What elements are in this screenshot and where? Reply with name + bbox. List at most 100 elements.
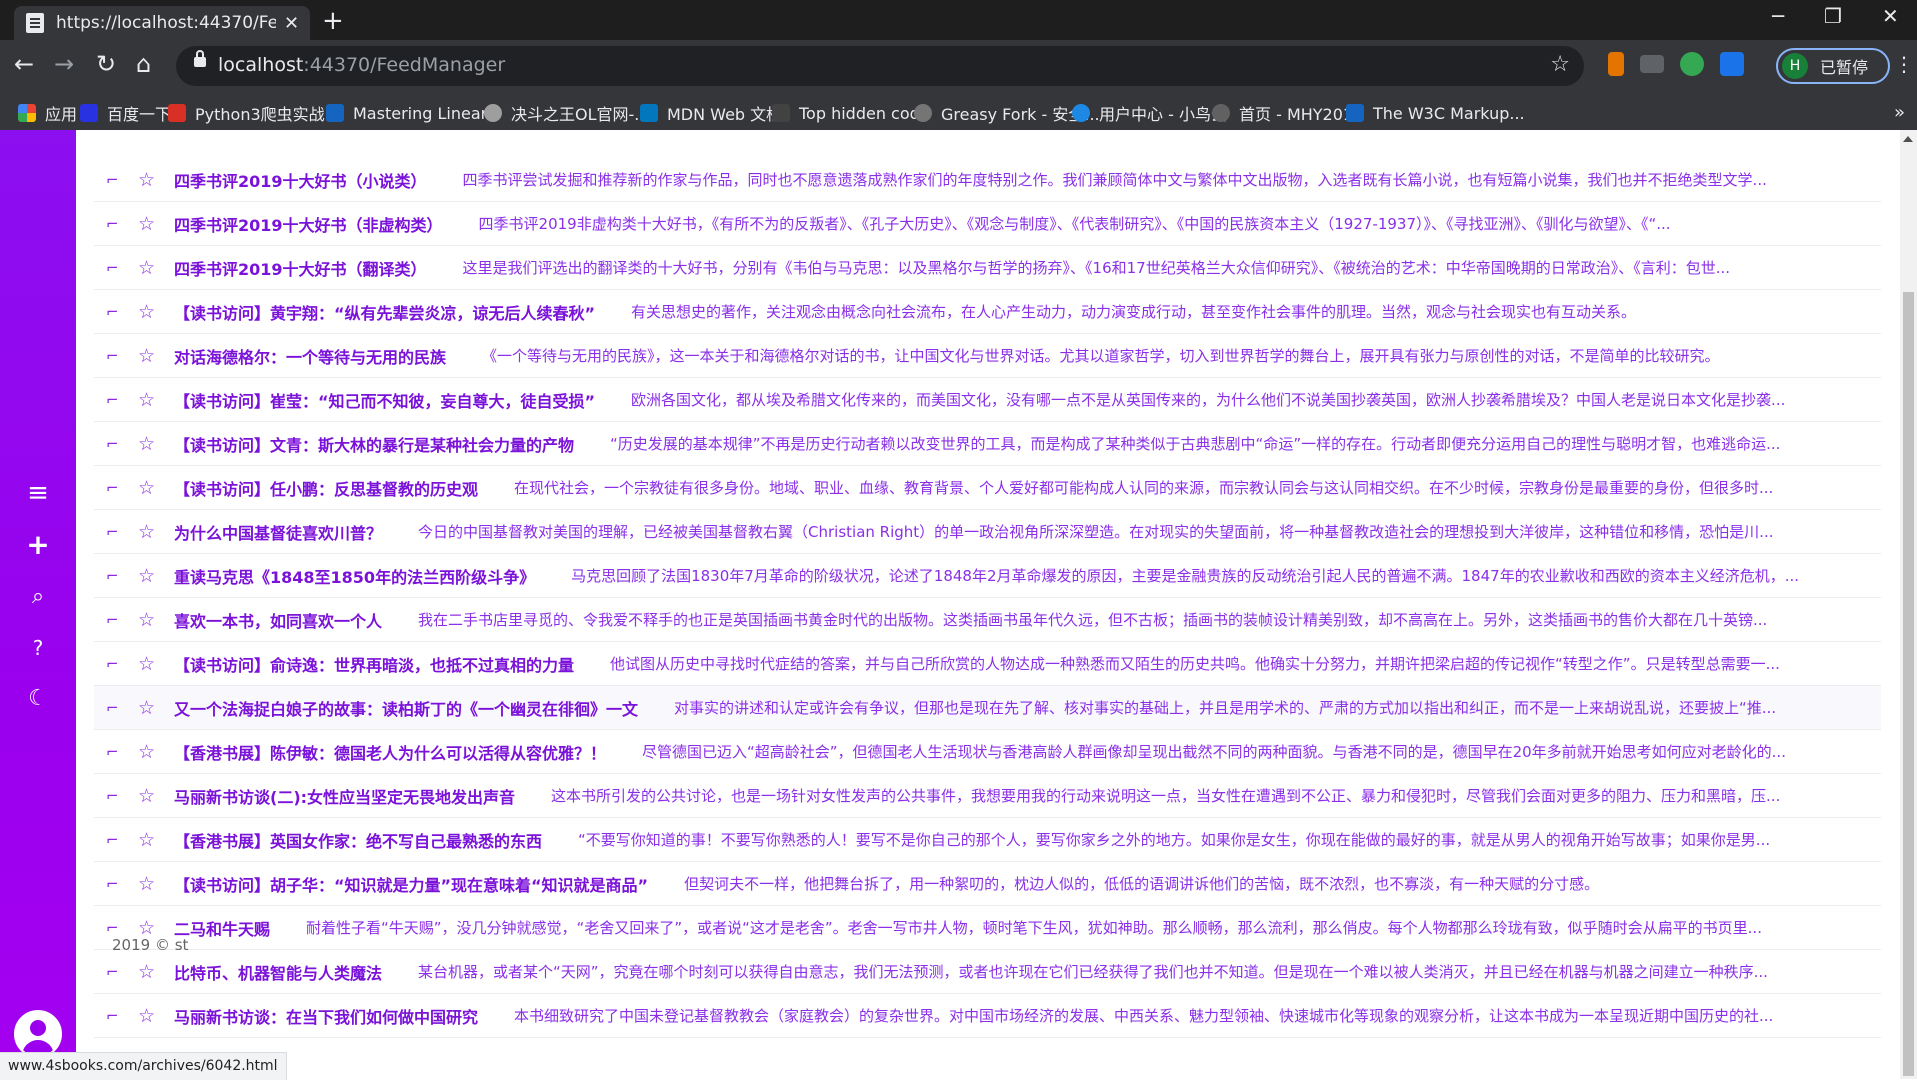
feed-row[interactable]: ⌐ ☆ 四季书评2019十大好书（小说类） 四季书评尝试发掘和推荐新的作家与作品，同时… <box>94 158 1881 202</box>
star-icon[interactable]: ☆ <box>138 785 164 807</box>
reload-icon[interactable]: ↻ <box>96 50 116 78</box>
read-later-icon[interactable]: ⌐ <box>106 435 130 453</box>
star-icon[interactable]: ☆ <box>138 257 164 279</box>
read-later-icon[interactable]: ⌐ <box>106 875 130 893</box>
read-later-icon[interactable]: ⌐ <box>106 655 130 673</box>
close-tab-icon[interactable]: ✕ <box>284 13 299 34</box>
more-bookmarks-icon[interactable]: » <box>1894 102 1905 123</box>
close-window-icon[interactable]: ✕ <box>1882 4 1899 28</box>
feed-row[interactable]: ⌐ ☆ 为什么中国基督徒喜欢川普？ 今日的中国基督教对美国的理解，已经被美国基督教右翼… <box>94 510 1881 554</box>
read-later-icon[interactable]: ⌐ <box>106 259 130 277</box>
forward-icon[interactable]: → <box>54 50 74 78</box>
read-later-icon[interactable]: ⌐ <box>106 1007 130 1025</box>
feed-row[interactable]: ⌐ ☆ 马丽新书访谈：在当下我们如何做中国研究 本书细致研究了中国未登记基督教教会（家… <box>94 994 1881 1038</box>
extension-icon-1[interactable] <box>1608 52 1624 76</box>
read-later-icon[interactable]: ⌐ <box>106 611 130 629</box>
url-text[interactable]: localhost:44370/FeedManager <box>218 54 505 76</box>
feed-title[interactable]: 四季书评2019十大好书（非虚构类） <box>174 212 443 236</box>
feed-title[interactable]: 【读书访问】黄宇翔：“纵有先辈尝炎凉，谅无后人续春秋” <box>174 300 595 324</box>
feed-title[interactable]: 四季书评2019十大好书（翻译类） <box>174 256 427 280</box>
dark-mode-icon[interactable]: ☾ <box>0 686 76 711</box>
feed-row[interactable]: ⌐ ☆ 二马和牛天赐 耐着性子看“牛天赐”，没几分钟就感觉，“老舍又回来了”，或者说“… <box>94 906 1881 950</box>
star-icon[interactable]: ☆ <box>138 741 164 763</box>
back-icon[interactable]: ← <box>14 50 34 78</box>
menu-hamburger-icon[interactable]: ≡ <box>0 478 76 508</box>
menu-icon[interactable]: ⋮ <box>1894 52 1914 76</box>
scroll-up-arrow[interactable] <box>1903 136 1913 142</box>
search-icon[interactable]: ⌕ <box>0 584 76 609</box>
feed-title[interactable]: 四季书评2019十大好书（小说类） <box>174 168 427 192</box>
read-later-icon[interactable]: ⌐ <box>106 831 130 849</box>
feed-row[interactable]: ⌐ ☆ 又一个法海捉白娘子的故事：读柏斯丁的《一个幽灵在徘徊》一文 对事实的讲述和认定… <box>94 686 1881 730</box>
feed-title[interactable]: 喜欢一本书，如同喜欢一个人 <box>174 608 382 632</box>
feed-row[interactable]: ⌐ ☆ 【读书访问】文青：斯大林的暴行是某种社会力量的产物 “历史发展的基本规律”不再… <box>94 422 1881 466</box>
bookmark-item[interactable]: Mastering Linear... <box>326 96 501 130</box>
star-icon[interactable]: ☆ <box>138 213 164 235</box>
star-icon[interactable]: ☆ <box>138 609 164 631</box>
feed-title[interactable]: 【香港书展】英国女作家：绝不写自己最熟悉的东西 <box>174 828 542 852</box>
feed-row[interactable]: ⌐ ☆ 比特币、机器智能与人类魔法 某台机器，或者某个“天网”，究竟在哪个时刻可以获得… <box>94 950 1881 994</box>
feed-title[interactable]: 为什么中国基督徒喜欢川普？ <box>174 520 382 544</box>
star-icon[interactable]: ☆ <box>138 565 164 587</box>
feed-title[interactable]: 【读书访问】俞诗逸：世界再暗淡，也抵不过真相的力量 <box>174 652 574 676</box>
feed-row[interactable]: ⌐ ☆ 对话海德格尔：一个等待与无用的民族 《一个等待与无用的民族》，这一本关于和海德… <box>94 334 1881 378</box>
read-later-icon[interactable]: ⌐ <box>106 699 130 717</box>
help-icon[interactable]: ? <box>0 636 76 660</box>
star-icon[interactable]: ☆ <box>138 301 164 323</box>
read-later-icon[interactable]: ⌐ <box>106 479 130 497</box>
star-icon[interactable]: ☆ <box>138 345 164 367</box>
minimize-icon[interactable]: ─ <box>1772 4 1784 28</box>
bookmark-item[interactable]: Top hidden code <box>772 96 930 130</box>
feed-row[interactable]: ⌐ ☆ 【读书访问】崔莹：“知己而不知彼，妄自尊大，徒自受损” 欧洲各国文化，都从埃及… <box>94 378 1881 422</box>
bookmark-star-icon[interactable]: ☆ <box>1550 52 1570 77</box>
feed-row[interactable]: ⌐ ☆ 【香港书展】陈伊敏：德国老人为什么可以活得从容优雅？！ 尽管德国已迈入“超高龄… <box>94 730 1881 774</box>
read-later-icon[interactable]: ⌐ <box>106 347 130 365</box>
extension-icon-3[interactable] <box>1680 52 1704 76</box>
read-later-icon[interactable]: ⌐ <box>106 391 130 409</box>
feed-title[interactable]: 马丽新书访谈(二):女性应当坚定无畏地发出声音 <box>174 784 515 808</box>
feed-title[interactable]: 【读书访问】文青：斯大林的暴行是某种社会力量的产物 <box>174 432 574 456</box>
star-icon[interactable]: ☆ <box>138 961 164 983</box>
star-icon[interactable]: ☆ <box>138 1005 164 1027</box>
feed-title[interactable]: 重读马克思《1848至1850年的法兰西阶级斗争》 <box>174 564 535 588</box>
read-later-icon[interactable]: ⌐ <box>106 787 130 805</box>
read-later-icon[interactable]: ⌐ <box>106 171 130 189</box>
star-icon[interactable]: ☆ <box>138 169 164 191</box>
feed-title[interactable]: 【读书访问】任小鹏：反思基督教的历史观 <box>174 476 478 500</box>
lock-icon[interactable] <box>194 50 206 67</box>
bookmark-item[interactable]: 百度一下 <box>80 96 171 130</box>
bookmark-item[interactable]: The W3C Markup... <box>1346 96 1525 130</box>
restore-icon[interactable]: ❐ <box>1824 4 1842 28</box>
bookmark-item[interactable]: Python3爬虫实战... <box>168 96 340 130</box>
star-icon[interactable]: ☆ <box>138 697 164 719</box>
home-icon[interactable]: ⌂ <box>136 50 151 78</box>
feed-row[interactable]: ⌐ ☆ 【香港书展】英国女作家：绝不写自己最熟悉的东西 “不要写你知道的事！不要写你熟… <box>94 818 1881 862</box>
read-later-icon[interactable]: ⌐ <box>106 567 130 585</box>
feed-row[interactable]: ⌐ ☆ 四季书评2019十大好书（非虚构类） 四季书评2019非虚构类十大好书，《有所… <box>94 202 1881 246</box>
feed-title[interactable]: 又一个法海捉白娘子的故事：读柏斯丁的《一个幽灵在徘徊》一文 <box>174 696 638 720</box>
feed-row[interactable]: ⌐ ☆ 【读书访问】黄宇翔：“纵有先辈尝炎凉，谅无后人续春秋” 有关思想史的著作，关注… <box>94 290 1881 334</box>
extension-icon-2[interactable] <box>1640 55 1664 73</box>
bookmark-item[interactable]: 应用 <box>18 96 77 130</box>
star-icon[interactable]: ☆ <box>138 653 164 675</box>
feed-title[interactable]: 【读书访问】崔莹：“知己而不知彼，妄自尊大，徒自受损” <box>174 388 595 412</box>
feed-title[interactable]: 马丽新书访谈：在当下我们如何做中国研究 <box>174 1004 478 1028</box>
feed-row[interactable]: ⌐ ☆ 【读书访问】俞诗逸：世界再暗淡，也抵不过真相的力量 他试图从历史中寻找时代症结… <box>94 642 1881 686</box>
read-later-icon[interactable]: ⌐ <box>106 523 130 541</box>
star-icon[interactable]: ☆ <box>138 873 164 895</box>
read-later-icon[interactable]: ⌐ <box>106 303 130 321</box>
user-avatar[interactable] <box>14 1010 62 1058</box>
star-icon[interactable]: ☆ <box>138 829 164 851</box>
bookmark-item[interactable]: 决斗之王OL官网-... <box>484 96 650 130</box>
read-later-icon[interactable]: ⌐ <box>106 215 130 233</box>
scroll-thumb[interactable] <box>1903 292 1914 1076</box>
browser-tab[interactable]: https://localhost:44370/FeedM ✕ <box>14 6 310 40</box>
read-later-icon[interactable]: ⌐ <box>106 963 130 981</box>
star-icon[interactable]: ☆ <box>138 433 164 455</box>
feed-row[interactable]: ⌐ ☆ 马丽新书访谈(二):女性应当坚定无畏地发出声音 这本书所引发的公共讨论，也是一… <box>94 774 1881 818</box>
feed-row[interactable]: ⌐ ☆ 重读马克思《1848至1850年的法兰西阶级斗争》 马克思回顾了法国1830年… <box>94 554 1881 598</box>
star-icon[interactable]: ☆ <box>138 521 164 543</box>
address-bar[interactable]: localhost:44370/FeedManager ☆ <box>176 46 1584 86</box>
read-later-icon[interactable]: ⌐ <box>106 919 130 937</box>
feed-title[interactable]: 【香港书展】陈伊敏：德国老人为什么可以活得从容优雅？！ <box>174 740 606 764</box>
